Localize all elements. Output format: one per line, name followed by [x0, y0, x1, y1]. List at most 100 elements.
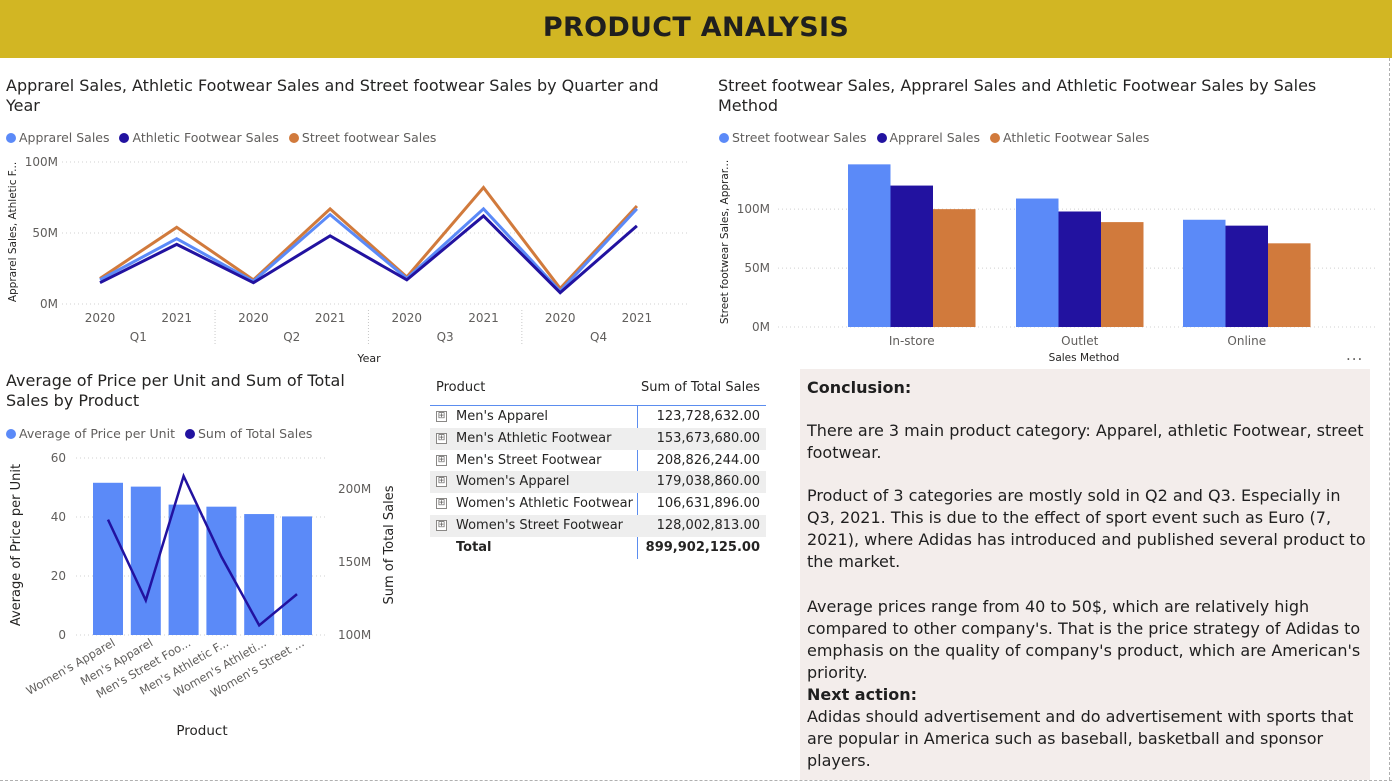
- product-cell: Women's Street Footwear: [456, 517, 624, 533]
- combo-chart[interactable]: 0204060100M150M200MWomen's ApparelMen's …: [0, 445, 420, 745]
- y-tick-label: 50M: [744, 261, 770, 275]
- expand-icon[interactable]: ⊞: [436, 519, 447, 531]
- legend-item-athletic[interactable]: Athletic Footwear Sales: [989, 130, 1150, 145]
- expand-icon[interactable]: ⊞: [436, 411, 447, 422]
- left-tick-label: 0: [58, 628, 66, 642]
- x-axis-title: Sales Method: [1049, 352, 1120, 364]
- bar-avg-price: [93, 482, 123, 635]
- legend-item-total-sales[interactable]: Sum of Total Sales: [184, 426, 312, 441]
- column-header-product[interactable]: Product: [436, 380, 485, 395]
- total-value: 899,902,125.00: [645, 539, 760, 555]
- sales-cell: 208,826,244.00: [656, 452, 760, 468]
- left-axis-title: Average of Price per Unit: [9, 464, 24, 626]
- legend-label: Athletic Footwear Sales: [1002, 130, 1150, 145]
- conclusion-paragraph-2: Product of 3 categories are mostly sold …: [807, 486, 1366, 571]
- expand-icon[interactable]: ⊞: [436, 432, 447, 444]
- product-cell: Men's Athletic Footwear: [456, 430, 612, 446]
- legend-item-apparel[interactable]: Apprarel Sales: [6, 130, 110, 145]
- page-title: PRODUCT ANALYSIS: [542, 12, 850, 43]
- table-total-row: Total 899,902,125.00: [430, 537, 766, 559]
- left-tick-label: 40: [51, 510, 66, 524]
- table-row[interactable]: ⊞ Women's Athletic Footwear 106,631,896.…: [430, 493, 766, 515]
- x-axis-title: Product: [176, 723, 227, 739]
- product-cell: Men's Apparel: [456, 409, 548, 424]
- x-tick-label: 2021: [315, 311, 346, 325]
- x-tick-label: 2020: [85, 311, 116, 325]
- legend-label: Average of Price per Unit: [19, 426, 175, 441]
- x-tick-label: 2020: [238, 311, 269, 325]
- y-axis-title: Apprarel Sales, Athletic F...: [7, 162, 19, 302]
- table-row[interactable]: ⊞ Men's Apparel 123,728,632.00: [430, 406, 766, 428]
- line-chart-legend: Apprarel Sales Athletic Footwear Sales S…: [6, 130, 442, 145]
- next-action-paragraph: Adidas should advertisement and do adver…: [807, 707, 1354, 770]
- sales-cell: 106,631,896.00: [656, 496, 760, 512]
- bar-avg-price: [282, 516, 312, 635]
- x-tick-label: 2021: [622, 311, 653, 325]
- table-row[interactable]: ⊞ Men's Athletic Footwear 153,673,680.00: [430, 427, 766, 450]
- right-tick-label: 200M: [338, 482, 371, 496]
- legend-label: Street footwear Sales: [301, 130, 437, 145]
- y-tick-label: 100M: [737, 202, 770, 216]
- bar-street-footwear-sales: [1016, 198, 1059, 327]
- legend-dot-icon: [719, 133, 729, 143]
- legend-dot-icon: [119, 133, 130, 143]
- expand-icon[interactable]: ⊞: [436, 498, 447, 510]
- bar-chart-title: Street footwear Sales, Apprarel Sales an…: [718, 76, 1317, 115]
- legend-label: Apprarel Sales: [19, 130, 110, 145]
- legend-dot-icon: [6, 133, 16, 143]
- table-header: Product Sum of Total Sales: [430, 375, 766, 406]
- sales-cell: 153,673,680.00: [656, 430, 760, 446]
- line-chart-title: Apprarel Sales, Athletic Footwear Sales …: [6, 76, 659, 115]
- legend-dot-icon: [184, 429, 195, 439]
- product-cell: Women's Athletic Footwear: [456, 496, 633, 512]
- conclusion-paragraph-3: Average prices range from 40 to 50$, whi…: [807, 597, 1361, 682]
- column-header-sales[interactable]: Sum of Total Sales: [641, 380, 760, 395]
- legend-item-street[interactable]: Street footwear Sales: [719, 130, 867, 145]
- legend-dot-icon: [6, 429, 16, 439]
- series-line-apprarel-sales: [99, 206, 638, 294]
- right-tick-label: 150M: [338, 555, 371, 569]
- x-tick-label: 2021: [161, 311, 192, 325]
- legend-item-street[interactable]: Street footwear Sales: [288, 130, 437, 145]
- bar-apprarel-sales: [1225, 225, 1268, 327]
- bar-chart[interactable]: 0M 50M 100M In-store Outlet Online Sales Metho…: [712, 150, 1382, 370]
- total-label: Total: [456, 539, 492, 555]
- y-tick-label: 50M: [32, 226, 58, 240]
- combo-chart-legend: Average of Price per Unit Sum of Total S…: [6, 426, 318, 441]
- bar-apprarel-sales: [1058, 211, 1101, 327]
- line-chart[interactable]: 0M 50M 100M 2020 2021 2020 2021 2020 2021 2020 202…: [0, 150, 700, 370]
- bar-avg-price: [206, 506, 237, 635]
- sales-cell: 179,038,860.00: [656, 474, 760, 490]
- more-options-icon[interactable]: ...: [1346, 346, 1363, 364]
- sales-cell: 123,728,632.00: [656, 409, 760, 424]
- legend-label: Street footwear Sales: [732, 130, 867, 145]
- expand-icon[interactable]: ⊞: [436, 476, 447, 488]
- right-tick-label: 100M: [338, 628, 371, 642]
- legend-item-athletic[interactable]: Athletic Footwear Sales: [119, 130, 279, 145]
- x-tick-label: Outlet: [1061, 334, 1098, 348]
- right-axis-title: Sum of Total Sales: [382, 485, 397, 604]
- y-tick-label: 0M: [40, 297, 58, 311]
- bar-athletic-footwear-sales: [1101, 222, 1144, 327]
- x-tick-label: 2020: [392, 311, 423, 325]
- table-row[interactable]: ⊞ Women's Street Footwear 128,002,813.00: [430, 514, 766, 537]
- x-group-label: Q4: [590, 330, 607, 344]
- x-group-label: Q1: [130, 330, 147, 344]
- legend-item-avg-price[interactable]: Average of Price per Unit: [6, 426, 175, 441]
- x-tick-label: In-store: [889, 334, 935, 348]
- table-row[interactable]: ⊞ Men's Street Footwear 208,826,244.00: [430, 450, 766, 472]
- product-cell: Men's Street Footwear: [456, 452, 602, 468]
- table-row[interactable]: ⊞ Women's Apparel 179,038,860.00: [430, 471, 766, 494]
- legend-label: Apprarel Sales: [889, 130, 981, 145]
- conclusion-heading: Conclusion:: [807, 378, 912, 397]
- expand-icon[interactable]: ⊞: [436, 454, 447, 466]
- bar-avg-price: [168, 504, 199, 635]
- x-axis-title: Year: [356, 352, 381, 365]
- legend-item-apparel[interactable]: Apprarel Sales: [876, 130, 981, 145]
- left-tick-label: 60: [51, 451, 66, 465]
- x-tick-label: 2020: [545, 311, 576, 325]
- conclusion-paragraph-1: There are 3 main product category: Appar…: [807, 421, 1364, 462]
- legend-dot-icon: [288, 133, 299, 143]
- y-tick-label: 0M: [752, 320, 770, 334]
- series-line-street-footwear-sales: [99, 185, 638, 291]
